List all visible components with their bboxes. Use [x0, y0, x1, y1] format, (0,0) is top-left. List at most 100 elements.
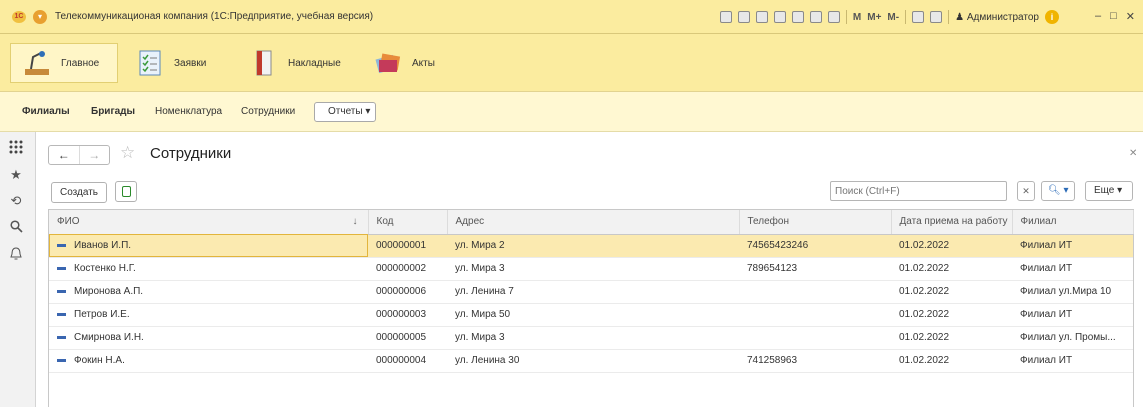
cell-phone [739, 280, 891, 304]
section-invoices[interactable]: Накладные [238, 43, 356, 83]
cell-phone: 741258963 [739, 349, 891, 373]
section-label: Заявки [174, 57, 207, 69]
clear-search-button[interactable]: ✕ [1017, 181, 1035, 201]
create-button[interactable]: Создать [51, 182, 107, 203]
history-navigation: ← → [48, 145, 110, 165]
binder-icon [250, 49, 278, 77]
section-main[interactable]: Главное [10, 43, 118, 83]
checklist-icon [136, 49, 164, 77]
cell-phone [739, 326, 891, 350]
cell-branch: Филиал ИТ [1012, 349, 1133, 373]
column-header-name[interactable]: ФИО ↓ [49, 210, 369, 235]
cell-phone: 74565423246 [739, 234, 891, 258]
cell-name: Смирнова И.Н. [49, 326, 368, 350]
table-row[interactable]: Петров И.Е. 000000003 ул. Мира 50 01.02.… [49, 303, 1133, 327]
cell-name: Иванов И.П. [49, 234, 368, 258]
nav-item-branches[interactable]: Филиалы [22, 106, 70, 117]
column-header-code[interactable]: Код [368, 210, 448, 235]
section-acts[interactable]: Акты [362, 43, 450, 83]
back-button[interactable]: ← [49, 146, 79, 164]
zoom-icon[interactable] [912, 11, 925, 23]
memory-minus-button[interactable]: M- [887, 12, 899, 23]
cell-address: ул. Мира 50 [447, 303, 739, 327]
forward-button[interactable]: → [78, 146, 110, 164]
memory-plus-button[interactable]: M+ [867, 12, 881, 23]
cell-branch: Филиал ИТ [1012, 257, 1133, 281]
cell-hire-date: 01.02.2022 [891, 280, 1012, 304]
separator [905, 10, 907, 24]
memory-button[interactable]: M [853, 12, 861, 23]
nav-item-employees[interactable]: Сотрудники [241, 106, 295, 117]
sort-arrow-icon: ↓ [352, 216, 358, 227]
calendar-icon[interactable] [827, 11, 840, 23]
window-title-bar: 1С ▾ Телекоммуникационая компания (1С:Пр… [0, 0, 1143, 34]
info-icon[interactable]: i [1045, 10, 1059, 24]
cell-address: ул. Мира 3 [447, 257, 739, 281]
section-label: Накладные [288, 57, 341, 69]
item-marker-icon [57, 358, 66, 362]
user-name[interactable]: ♟ Администратор [955, 12, 1039, 23]
maximize-button[interactable]: □ [1110, 10, 1117, 23]
search-button[interactable]: 🔍︎ ▾ [1041, 181, 1075, 201]
cell-branch: Филиал ул. Промы... [1012, 326, 1133, 350]
cell-name: Фокин Н.А. [49, 349, 368, 373]
reports-button[interactable]: Отчеты ▾ [314, 102, 376, 122]
cell-address: ул. Ленина 7 [447, 280, 739, 304]
cell-hire-date: 01.02.2022 [891, 349, 1012, 373]
all-functions-icon[interactable] [8, 140, 24, 156]
nav-item-nomenclature[interactable]: Номенклатура [155, 106, 222, 117]
table-row[interactable]: Иванов И.П. 000000001 ул. Мира 2 7456542… [49, 234, 1133, 258]
favorites-icon[interactable]: ★ [8, 167, 24, 183]
nav-item-brigades[interactable]: Бригады [91, 106, 135, 117]
column-header-hire-date[interactable]: Дата приема на работу [891, 210, 1013, 235]
table-row[interactable]: Миронова А.П. 000000006 ул. Ленина 7 01.… [49, 280, 1133, 304]
navigation-panel: Филиалы Бригады Номенклатура Сотрудники … [0, 92, 1143, 132]
grid-icon[interactable] [719, 11, 732, 23]
cell-code: 000000002 [368, 257, 447, 281]
main-menu-button[interactable]: ▾ [33, 10, 47, 24]
sections-panel: Главное Заявки Накладные Акты [0, 34, 1143, 92]
cell-text: Фокин Н.А. [74, 355, 125, 366]
search-icon[interactable] [8, 220, 24, 236]
copy-button[interactable] [115, 181, 137, 202]
close-window-button[interactable]: ✕ [1126, 10, 1135, 23]
column-header-address[interactable]: Адрес [447, 210, 740, 235]
cell-hire-date: 01.02.2022 [891, 326, 1012, 350]
table-row[interactable]: Фокин Н.А. 000000004 ул. Ленина 30 74125… [49, 349, 1133, 373]
cell-address: ул. Мира 2 [447, 234, 739, 258]
add-to-favorites-icon[interactable]: ☆ [120, 143, 135, 163]
preview-icon[interactable] [755, 11, 768, 23]
separator [948, 10, 950, 24]
panel-icon[interactable] [930, 11, 943, 23]
notifications-icon[interactable] [8, 247, 24, 263]
copy-link-icon[interactable] [773, 11, 786, 23]
history-icon[interactable]: ⟲ [8, 193, 24, 209]
cell-code: 000000004 [368, 349, 447, 373]
cell-name: Миронова А.П. [49, 280, 368, 304]
copy-icon [122, 186, 131, 197]
section-label: Акты [412, 57, 435, 69]
employees-table: ФИО ↓ Код Адрес Телефон Дата приема на ра… [48, 209, 1134, 407]
close-form-icon[interactable]: ✕ [1129, 148, 1137, 159]
cell-branch: Филиал ИТ [1012, 234, 1133, 258]
cell-branch: Филиал ул.Мира 10 [1012, 280, 1133, 304]
cell-text: Иванов И.П. [74, 240, 132, 251]
search-input[interactable] [830, 181, 1007, 201]
cell-text: Смирнова И.Н. [74, 332, 144, 343]
left-toolbar: ★ ⟲ [0, 132, 36, 407]
cell-phone [739, 303, 891, 327]
table-row[interactable]: Смирнова И.Н. 000000005 ул. Мира 3 01.02… [49, 326, 1133, 350]
more-button[interactable]: Еще ▾ [1085, 181, 1133, 201]
table-icon[interactable] [809, 11, 822, 23]
table-row[interactable]: Костенко Н.Г. 000000002 ул. Мира 3 78965… [49, 257, 1133, 281]
desk-lamp-icon [23, 49, 51, 77]
cell-branch: Филиал ИТ [1012, 303, 1133, 327]
cell-code: 000000006 [368, 280, 447, 304]
item-marker-icon [57, 335, 66, 339]
column-header-branch[interactable]: Филиал [1012, 210, 1134, 235]
print-icon[interactable] [737, 11, 750, 23]
section-requests[interactable]: Заявки [124, 43, 232, 83]
column-header-phone[interactable]: Телефон [739, 210, 892, 235]
paste-link-icon[interactable] [791, 11, 804, 23]
minimize-button[interactable]: ‒ [1095, 10, 1101, 23]
